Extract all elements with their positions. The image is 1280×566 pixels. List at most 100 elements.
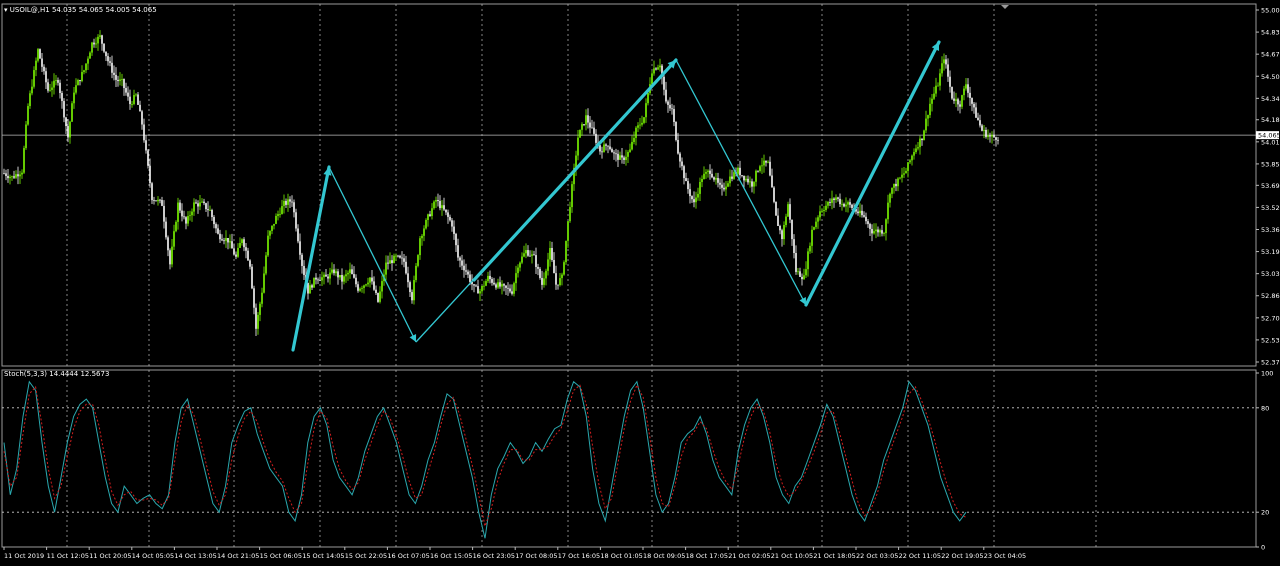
candle-body: [537, 266, 539, 269]
candle-body: [523, 253, 525, 257]
x-tick-label: 22 Oct 11:05: [899, 552, 941, 560]
candle-body: [943, 59, 945, 64]
candle-body: [463, 265, 465, 271]
x-tick-label: 16 Oct 07:05: [387, 552, 429, 560]
candle-body: [261, 292, 263, 304]
candle-body: [347, 272, 349, 275]
candle-body: [929, 103, 931, 116]
collapse-triangle-icon[interactable]: ▾: [4, 6, 8, 14]
candle-body: [143, 124, 145, 141]
candle-body: [181, 210, 183, 217]
candle-body: [263, 273, 265, 293]
candle-body: [355, 277, 357, 285]
candle-body: [289, 199, 291, 202]
candle-body: [335, 271, 337, 274]
candle-body: [757, 170, 759, 172]
price-tick-label: 53.850: [1261, 160, 1280, 168]
candle-body: [939, 73, 941, 86]
candle-body: [83, 70, 85, 73]
candle-body: [961, 95, 963, 107]
candle-body: [161, 200, 163, 206]
candle-body: [997, 139, 999, 141]
candle-body: [821, 210, 823, 212]
candle-body: [693, 199, 695, 203]
candle-body: [899, 177, 901, 179]
candle-body: [819, 211, 821, 218]
candle-body: [179, 202, 181, 211]
candle-body: [903, 173, 905, 175]
price-tick-label: 54.180: [1261, 116, 1280, 124]
chart-shift-marker: [1001, 5, 1009, 9]
candle-body: [913, 152, 915, 156]
candle-body: [517, 267, 519, 274]
candle-body: [125, 88, 127, 93]
candle-body: [905, 170, 907, 174]
candle-body: [55, 80, 57, 81]
candle-body: [65, 117, 67, 127]
candle-body: [653, 68, 655, 74]
candle-body: [445, 209, 447, 213]
candle-body: [995, 137, 997, 140]
candle-body: [493, 282, 495, 285]
candle-body: [679, 153, 681, 162]
candle-body: [385, 262, 387, 275]
candle-body: [449, 216, 451, 221]
candle-body: [75, 85, 77, 93]
candle-body: [897, 178, 899, 187]
candle-body: [169, 250, 171, 265]
candle-body: [877, 229, 879, 233]
candle-body: [123, 78, 125, 89]
candle-body: [293, 202, 295, 213]
candle-body: [781, 230, 783, 240]
x-tick-label: 17 Oct 08:05: [515, 552, 557, 560]
candle-body: [723, 187, 725, 190]
candle-body: [657, 67, 659, 70]
candle-body: [823, 209, 825, 211]
candle-body: [91, 42, 93, 53]
candle-body: [487, 275, 489, 282]
candle-body: [465, 270, 467, 272]
candle-body: [833, 198, 835, 200]
x-tick-label: 11 Oct 2019: [4, 552, 44, 560]
candle-body: [813, 227, 815, 230]
candle-body: [299, 241, 301, 255]
candle-body: [81, 72, 83, 82]
candle-body: [609, 146, 611, 150]
candle-body: [847, 202, 849, 205]
candle-body: [265, 255, 267, 274]
candle-body: [851, 204, 853, 208]
candle-body: [485, 281, 487, 286]
candle-body: [203, 201, 205, 204]
candle-body: [421, 235, 423, 239]
candle-body: [137, 94, 139, 105]
x-tick-label: 17 Oct 16:05: [558, 552, 600, 560]
candle-body: [47, 82, 49, 91]
candle-body: [41, 58, 43, 67]
candle-body: [315, 277, 317, 280]
candle-body: [437, 199, 439, 201]
candle-body: [553, 260, 555, 274]
candle-body: [473, 284, 475, 286]
candle-body: [447, 212, 449, 217]
candle-body: [965, 84, 967, 89]
candle-body: [253, 288, 255, 308]
price-chart[interactable]: 11 Oct 2019 11 Oct 12:05 11 Oct 20:05 14 Oc…: [0, 0, 1280, 566]
candle-body: [159, 199, 161, 201]
candle-body: [309, 285, 311, 294]
price-chart-header: ▾ USOIL@,H1 54.035 54.065 54.005 54.065: [4, 6, 157, 14]
candle-body: [863, 215, 865, 217]
candle-body: [505, 285, 507, 288]
candle-body: [785, 216, 787, 225]
candle-body: [831, 198, 833, 203]
candle-body: [557, 284, 559, 286]
candle-body: [977, 117, 979, 121]
candle-body: [457, 245, 459, 258]
candle-body: [403, 258, 405, 262]
candle-body: [467, 271, 469, 275]
candle-body: [563, 262, 565, 275]
candle-body: [565, 240, 567, 263]
trend-arrow-shaft: [472, 58, 678, 282]
x-tick-label: 21 Oct 02:05: [728, 552, 770, 560]
candle-body: [807, 251, 809, 270]
candle-body: [743, 175, 745, 181]
